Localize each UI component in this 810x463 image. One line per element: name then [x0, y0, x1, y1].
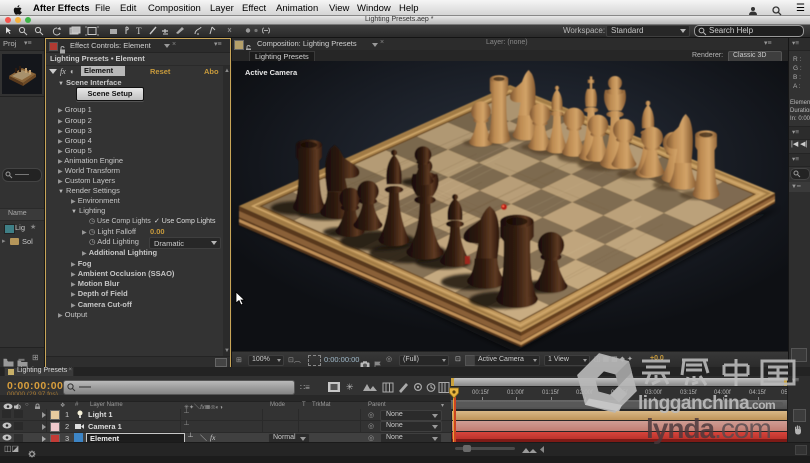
svg-text:∷≡: ∷≡	[300, 383, 310, 392]
svg-text:T: T	[136, 26, 142, 36]
svg-text:✳: ✳	[346, 382, 354, 392]
